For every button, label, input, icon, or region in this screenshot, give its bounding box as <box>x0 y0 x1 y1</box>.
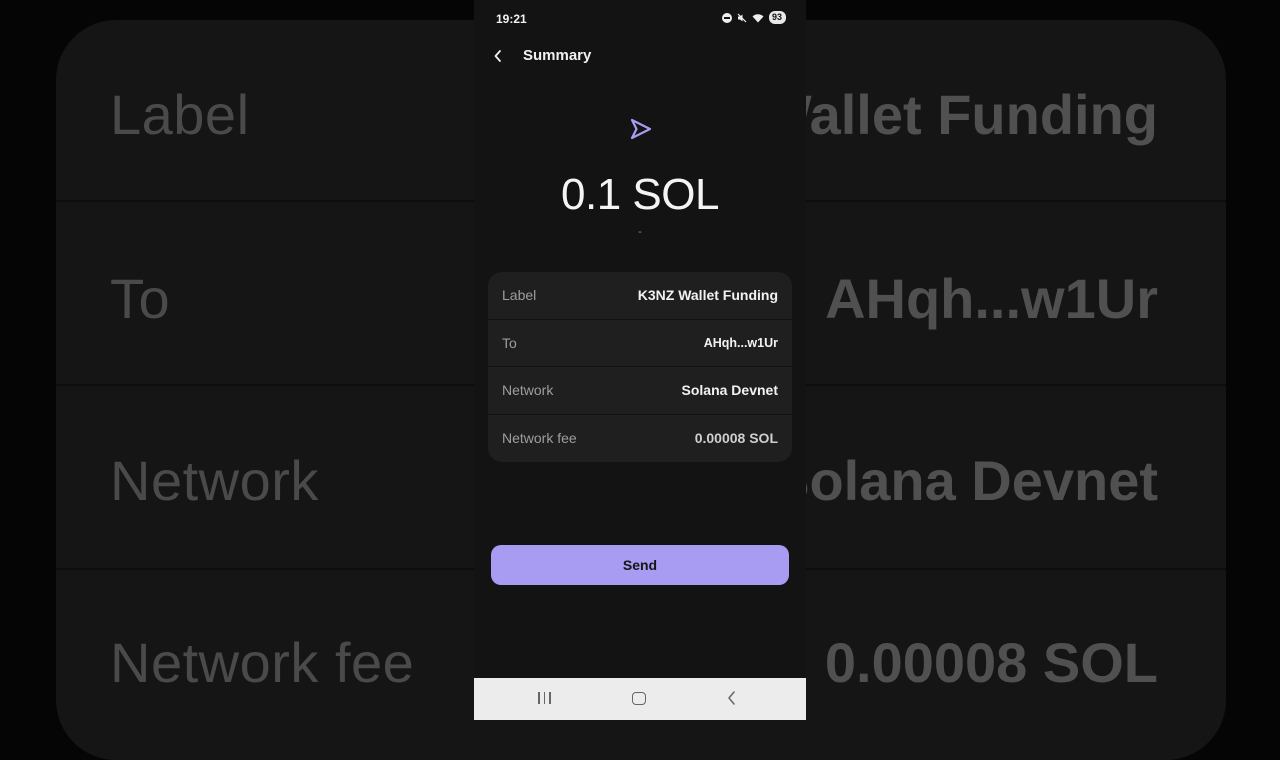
background-value: AHqh...w1Ur <box>825 267 1158 330</box>
background-label: Label <box>110 83 250 146</box>
background-label: Network fee <box>110 631 415 694</box>
header: Summary <box>474 38 806 74</box>
wifi-icon <box>752 13 764 22</box>
detail-label: Network fee <box>502 430 577 447</box>
detail-label: Network <box>502 382 554 399</box>
status-icons: 93 <box>721 11 786 24</box>
back-icon[interactable] <box>726 690 738 706</box>
detail-label: Label <box>502 287 537 304</box>
dnd-icon <box>721 12 732 23</box>
send-arrow-icon <box>630 118 652 140</box>
transaction-amount: 0.1 SOL <box>561 170 719 219</box>
home-icon[interactable] <box>632 692 646 705</box>
system-nav-bar <box>474 678 806 720</box>
phone-screen: 19:21 93 Summary 0.1 SOL - Label K3NZ Wa… <box>474 0 806 720</box>
details-card: Label K3NZ Wallet Funding To AHqh...w1Ur… <box>488 272 792 462</box>
detail-row-to: To AHqh...w1Ur <box>488 320 792 367</box>
background-label: Network <box>110 449 319 512</box>
detail-label: To <box>502 334 517 351</box>
background-value: 0.00008 SOL <box>824 631 1158 694</box>
send-button[interactable]: Send <box>491 545 789 585</box>
status-time: 19:21 <box>496 12 527 26</box>
detail-row-label: Label K3NZ Wallet Funding <box>488 272 792 320</box>
recents-icon[interactable] <box>538 692 551 704</box>
status-bar: 19:21 93 <box>474 0 806 38</box>
mute-icon <box>737 13 747 22</box>
detail-value: Solana Devnet <box>681 382 778 399</box>
battery-icon: 93 <box>768 11 786 24</box>
page-title: Summary <box>523 47 592 64</box>
fiat-amount: - <box>638 226 642 238</box>
background-label: To <box>110 267 171 330</box>
detail-value: K3NZ Wallet Funding <box>637 287 778 304</box>
detail-row-network: Network Solana Devnet <box>488 367 792 415</box>
background-value: Solana Devnet <box>772 449 1158 512</box>
detail-value: AHqh...w1Ur <box>703 335 778 350</box>
back-button[interactable] <box>486 42 510 70</box>
chevron-left-icon <box>494 50 501 62</box>
detail-value: 0.00008 SOL <box>694 430 778 447</box>
detail-row-network-fee: Network fee 0.00008 SOL <box>488 415 792 463</box>
